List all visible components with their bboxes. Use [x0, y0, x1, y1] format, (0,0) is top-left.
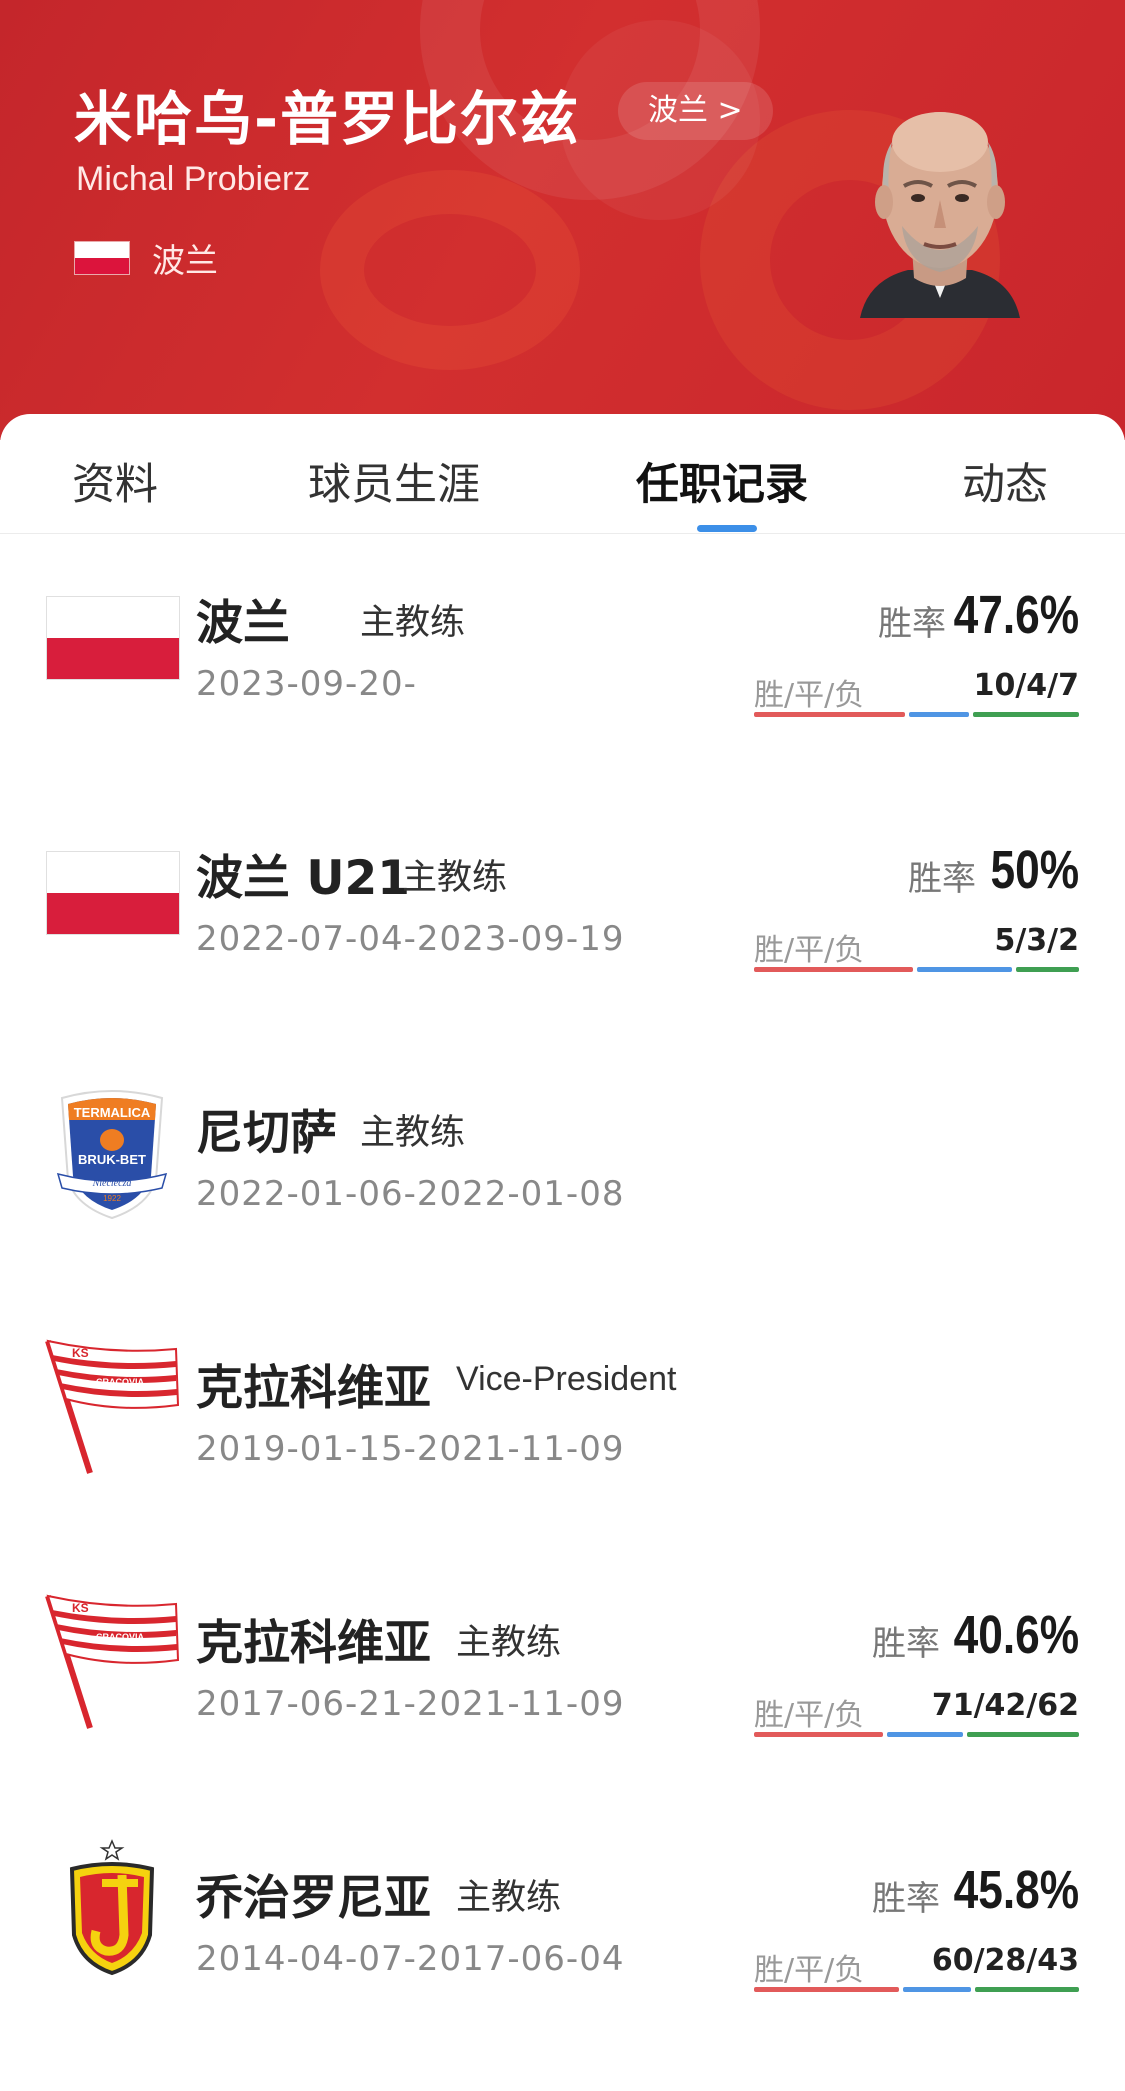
tenure-dates: 2023-09-20-	[196, 664, 417, 704]
country-link-button[interactable]: 波兰 >	[618, 82, 773, 140]
wins-segment	[754, 1987, 900, 1992]
cracovia-flag-icon: KS CRACOVIA	[45, 1594, 180, 1729]
club-name: 乔治罗尼亚	[196, 1871, 431, 1926]
svg-text:CRACOVIA: CRACOVIA	[96, 1377, 145, 1387]
club-name: 波兰	[196, 596, 290, 651]
win-rate-label: 胜率	[872, 1879, 940, 1919]
tab-bar: 资料 球员生涯 任职记录 动态	[0, 414, 1125, 534]
club-name: 克拉科维亚	[196, 1616, 431, 1671]
win-rate-value: 40.6%	[953, 1605, 1079, 1665]
tab-player-career[interactable]: 球员生涯	[308, 450, 480, 512]
role-title: 主教练	[402, 858, 508, 898]
role-title: 主教练	[360, 1113, 466, 1153]
draws-segment	[916, 967, 1012, 972]
svg-text:Nieciecza: Nieciecza	[92, 1178, 132, 1189]
coaching-record-row[interactable]: TERMALICA K S BRUK-BET Nieciecza 1922 尼切…	[0, 1044, 1125, 1299]
poland-flag-icon	[46, 596, 180, 680]
role-title: 主教练	[456, 1623, 562, 1663]
cracovia-flag-icon: KS CRACOVIA	[45, 1339, 180, 1474]
nationality: 波兰	[74, 238, 218, 280]
win-rate-label: 胜率	[872, 1624, 940, 1664]
poland-flag-icon	[74, 241, 130, 275]
svg-text:CRACOVIA: CRACOVIA	[96, 1632, 145, 1642]
termalica-crest-icon: TERMALICA K S BRUK-BET Nieciecza 1922	[56, 1090, 168, 1220]
wdl-value: 10/4/7	[973, 668, 1079, 703]
wdl-label: 胜/平/负	[754, 678, 865, 713]
nationality-label: 波兰	[152, 241, 218, 280]
svg-text:TERMALICA: TERMALICA	[74, 1105, 151, 1120]
club-name: 克拉科维亚	[196, 1361, 431, 1416]
coach-avatar	[860, 112, 1020, 318]
coach-header: 米哈乌-普罗比尔兹 波兰 > Michal Probierz 波兰	[0, 0, 1125, 440]
tab-profile[interactable]: 资料	[72, 450, 158, 512]
svg-text:KS: KS	[72, 1346, 89, 1360]
wdl-label: 胜/平/负	[754, 1698, 865, 1733]
wdl-bar	[754, 1732, 1079, 1737]
win-rate-value: 50%	[990, 840, 1079, 900]
club-name: 尼切萨	[196, 1106, 337, 1161]
wdl-value: 5/3/2	[994, 923, 1079, 958]
wins-segment	[754, 712, 905, 717]
coaching-record-row[interactable]: KS CRACOVIA 克拉科维亚 Vice-President 2019-01…	[0, 1299, 1125, 1554]
role-title: Vice-President	[456, 1360, 677, 1398]
club-name: 波兰 U21	[196, 851, 410, 906]
coaching-record-row[interactable]: 波兰 U21 主教练 2022-07-04-2023-09-19 胜率 50% …	[0, 789, 1125, 1044]
losses-segment	[1015, 967, 1079, 972]
wdl-label: 胜/平/负	[754, 1953, 865, 1988]
wdl-bar	[754, 1987, 1079, 1992]
jagiellonia-crest-icon	[69, 1839, 155, 1976]
win-rate-label: 胜率	[878, 604, 946, 644]
win-rate-value: 47.6%	[953, 585, 1079, 645]
poland-flag-icon	[46, 851, 180, 935]
losses-segment	[973, 712, 1079, 717]
wdl-bar	[754, 967, 1079, 972]
draws-segment	[886, 1732, 963, 1737]
role-title: 主教练	[456, 1878, 562, 1918]
header-decoration	[320, 170, 580, 370]
wdl-value: 71/42/62	[931, 1688, 1079, 1723]
coaching-record-row[interactable]: 波兰 主教练 2023-09-20- 胜率 47.6% 胜/平/负 10/4/7	[0, 534, 1125, 789]
win-rate-value: 45.8%	[953, 1860, 1079, 1920]
active-tab-indicator	[697, 525, 757, 532]
wdl-label: 胜/平/负	[754, 933, 865, 968]
wdl-value: 60/28/43	[931, 1943, 1079, 1978]
tenure-dates: 2022-01-06-2022-01-08	[196, 1174, 625, 1214]
tenure-dates: 2019-01-15-2021-11-09	[196, 1429, 625, 1469]
coach-name-english: Michal Probierz	[76, 160, 311, 198]
svg-text:BRUK-BET: BRUK-BET	[78, 1152, 146, 1167]
losses-segment	[966, 1732, 1079, 1737]
coaching-record-row[interactable]: KS CRACOVIA 克拉科维亚 主教练 2017-06-21-2021-11…	[0, 1554, 1125, 1809]
tenure-dates: 2014-04-07-2017-06-04	[196, 1939, 625, 1979]
svg-text:1922: 1922	[103, 1194, 121, 1203]
wins-segment	[754, 1732, 883, 1737]
tab-coaching-record[interactable]: 任职记录	[636, 450, 808, 512]
content-card: 资料 球员生涯 任职记录 动态 波兰 主教练 2023-09-20- 胜率 47…	[0, 414, 1125, 2091]
win-rate-label: 胜率	[908, 859, 976, 899]
coaching-record-row[interactable]: 乔治罗尼亚 主教练 2014-04-07-2017-06-04 胜率 45.8%…	[0, 1809, 1125, 2064]
tab-news[interactable]: 动态	[962, 450, 1048, 512]
losses-segment	[974, 1987, 1079, 1992]
tenure-dates: 2017-06-21-2021-11-09	[196, 1684, 625, 1724]
draws-segment	[908, 712, 970, 717]
wdl-bar	[754, 712, 1079, 717]
role-title: 主教练	[360, 603, 466, 643]
coach-name-chinese: 米哈乌-普罗比尔兹	[74, 85, 581, 153]
tenure-dates: 2022-07-04-2023-09-19	[196, 919, 625, 959]
draws-segment	[903, 1987, 971, 1992]
wins-segment	[754, 967, 913, 972]
svg-text:KS: KS	[72, 1601, 89, 1615]
